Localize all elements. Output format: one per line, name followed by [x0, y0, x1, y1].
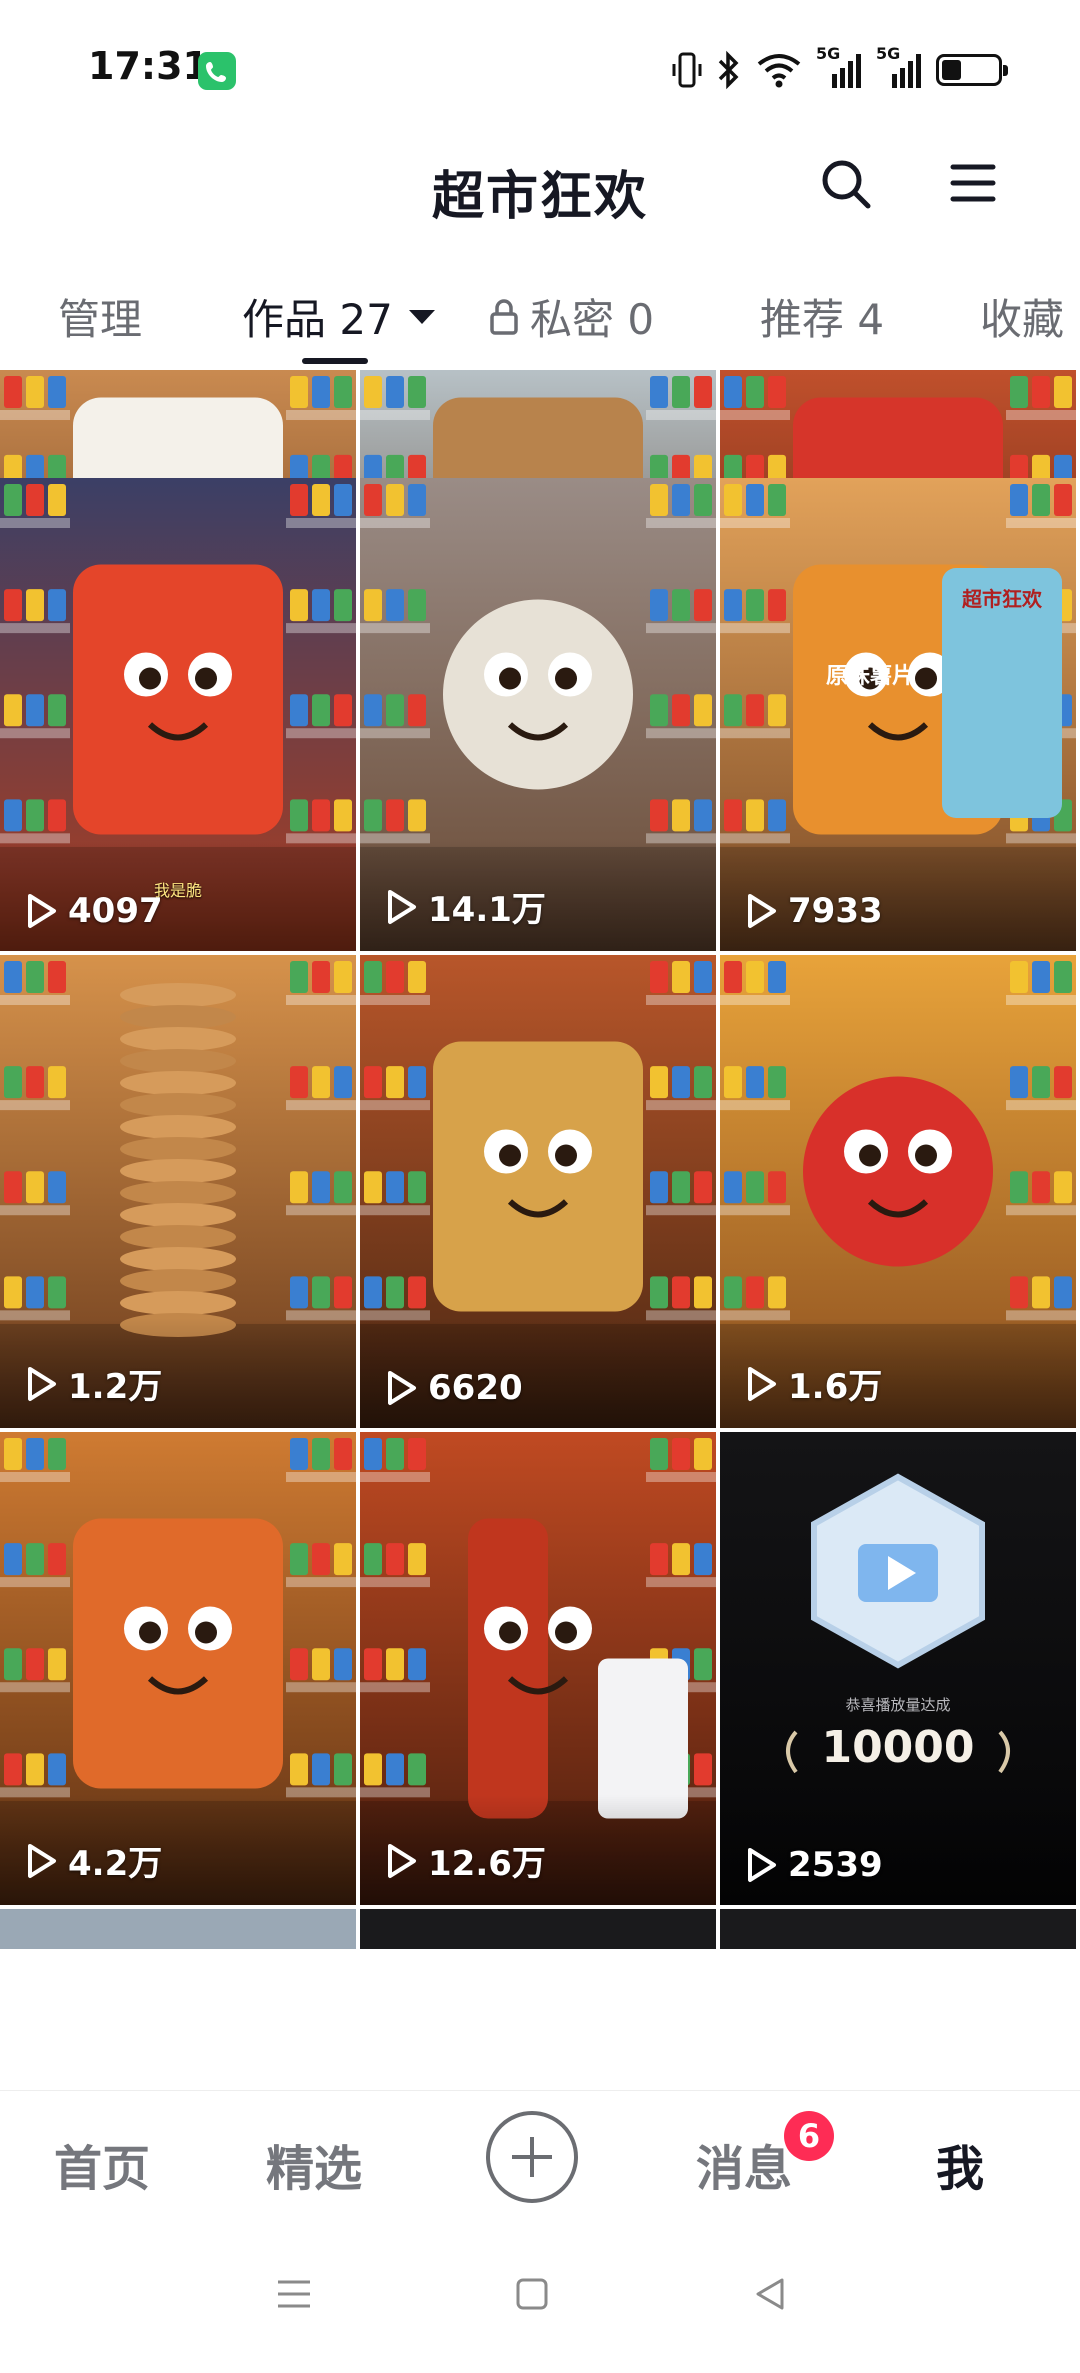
status-time: 17:31: [88, 44, 209, 88]
nav-featured[interactable]: 精选: [266, 2129, 362, 2199]
view-count: 4.2万: [68, 1844, 163, 1884]
status-icons: 5G 5G: [672, 44, 1008, 92]
page-title: 超市狂欢: [431, 167, 648, 227]
video-tile[interactable]: 14.1万: [360, 478, 716, 951]
lock-icon: [490, 298, 518, 335]
menu-button[interactable]: [948, 158, 998, 208]
play-icon: [28, 1366, 56, 1401]
video-tile[interactable]: [720, 1909, 1076, 1949]
tab-recommend[interactable]: 推荐 4: [760, 286, 884, 347]
menu-icon: [950, 164, 996, 202]
video-tile[interactable]: [0, 1909, 356, 1949]
video-tile[interactable]: 12.6万: [360, 1432, 716, 1905]
view-count: 4097: [68, 891, 163, 931]
milestone-number: 10000: [821, 1722, 974, 1773]
nav-home[interactable]: 首页: [54, 2129, 150, 2199]
profile-tabs: 管理 作品 27 私密 0 推荐 4 收藏: [0, 270, 1080, 370]
tab-label: 作品 27: [242, 295, 393, 344]
header: 超市狂欢: [0, 140, 1080, 250]
video-grid: 没事没事，稳得很18313855我薯片是零食原罪3465我是脆409714.1万…: [0, 370, 1080, 2090]
play-count: 6620: [386, 1368, 523, 1408]
play-count: 12.6万: [386, 1836, 546, 1885]
view-count: 7933: [788, 891, 883, 931]
status-bar: 17:31 5G 5G: [0, 0, 1080, 140]
play-count: 4097: [26, 891, 163, 931]
play-icon: [388, 889, 416, 924]
recent-apps-icon[interactable]: [272, 2272, 316, 2316]
play-icon: [388, 1843, 416, 1878]
signal-label: 5G: [816, 44, 841, 63]
nav-messages[interactable]: 消息: [696, 2129, 792, 2199]
video-tile[interactable]: 恭喜播放量达成 10000 2539: [720, 1432, 1076, 1905]
tab-manage[interactable]: 管理: [58, 286, 142, 347]
view-count: 1.6万: [788, 1367, 883, 1407]
milestone-subtitle: 恭喜播放量达成: [845, 1696, 950, 1714]
back-icon[interactable]: [748, 2272, 792, 2316]
play-icon: [388, 1371, 416, 1405]
play-icon: [28, 1843, 56, 1878]
view-count: 12.6万: [428, 1844, 546, 1884]
tab-private[interactable]: 私密 0: [488, 286, 654, 347]
caret-down-icon: [408, 309, 435, 324]
signal-label: 5G: [876, 44, 901, 63]
battery-icon: [936, 54, 1008, 86]
search-button[interactable]: [818, 156, 874, 212]
play-count: 1.2万: [26, 1359, 162, 1408]
video-tile[interactable]: [360, 1909, 716, 1949]
play-count: 4.2万: [26, 1836, 162, 1885]
tab-favorites[interactable]: 收藏: [980, 286, 1064, 347]
video-tile[interactable]: 1.6万: [720, 955, 1076, 1428]
play-count: 7933: [746, 891, 883, 931]
play-count: 2539: [746, 1845, 883, 1885]
slot-machine-sign: 超市狂欢: [961, 587, 1043, 611]
bluetooth-icon: [718, 50, 739, 90]
tab-label: 收藏: [980, 295, 1065, 344]
tab-works[interactable]: 作品 27: [242, 286, 435, 347]
create-button[interactable]: [486, 2111, 578, 2203]
tab-label: 推荐 4: [760, 295, 885, 344]
play-icon: [748, 894, 776, 928]
vibrate-icon: [672, 52, 702, 88]
play-icon: [28, 894, 56, 928]
signal-icon: 5G: [816, 44, 862, 92]
nav-me[interactable]: 我: [936, 2129, 984, 2199]
search-icon: [822, 160, 871, 209]
chip-bag-label: 原味薯片: [826, 664, 914, 689]
bottom-nav: 首页 精选 消息 6 我: [0, 2090, 1080, 2230]
video-tile[interactable]: 1.2万: [0, 955, 356, 1428]
tab-label: 私密 0: [530, 295, 655, 344]
play-icon: [748, 1848, 776, 1882]
view-count: 14.1万: [428, 890, 546, 930]
play-icon: [748, 1366, 776, 1401]
play-count: 1.6万: [746, 1359, 882, 1408]
view-count: 1.2万: [68, 1367, 163, 1407]
home-icon[interactable]: [510, 2272, 554, 2316]
signal-icon: 5G: [876, 44, 922, 92]
video-tile[interactable]: 超市狂欢原味薯片 7933: [720, 478, 1076, 951]
phone-call-icon: [198, 52, 236, 90]
battery-level: [942, 60, 961, 80]
video-tile[interactable]: 6620: [360, 955, 716, 1428]
tab-label: 管理: [58, 295, 143, 344]
active-tab-indicator: [302, 358, 368, 364]
system-nav-bar: [0, 2230, 1080, 2373]
wifi-icon: [757, 54, 801, 88]
video-tile[interactable]: 4.2万: [0, 1432, 356, 1905]
view-count: 6620: [428, 1368, 523, 1408]
messages-badge: 6: [784, 2111, 834, 2161]
view-count: 2539: [788, 1845, 883, 1885]
video-tile[interactable]: 我是脆 4097: [0, 478, 356, 951]
play-count: 14.1万: [386, 882, 546, 931]
